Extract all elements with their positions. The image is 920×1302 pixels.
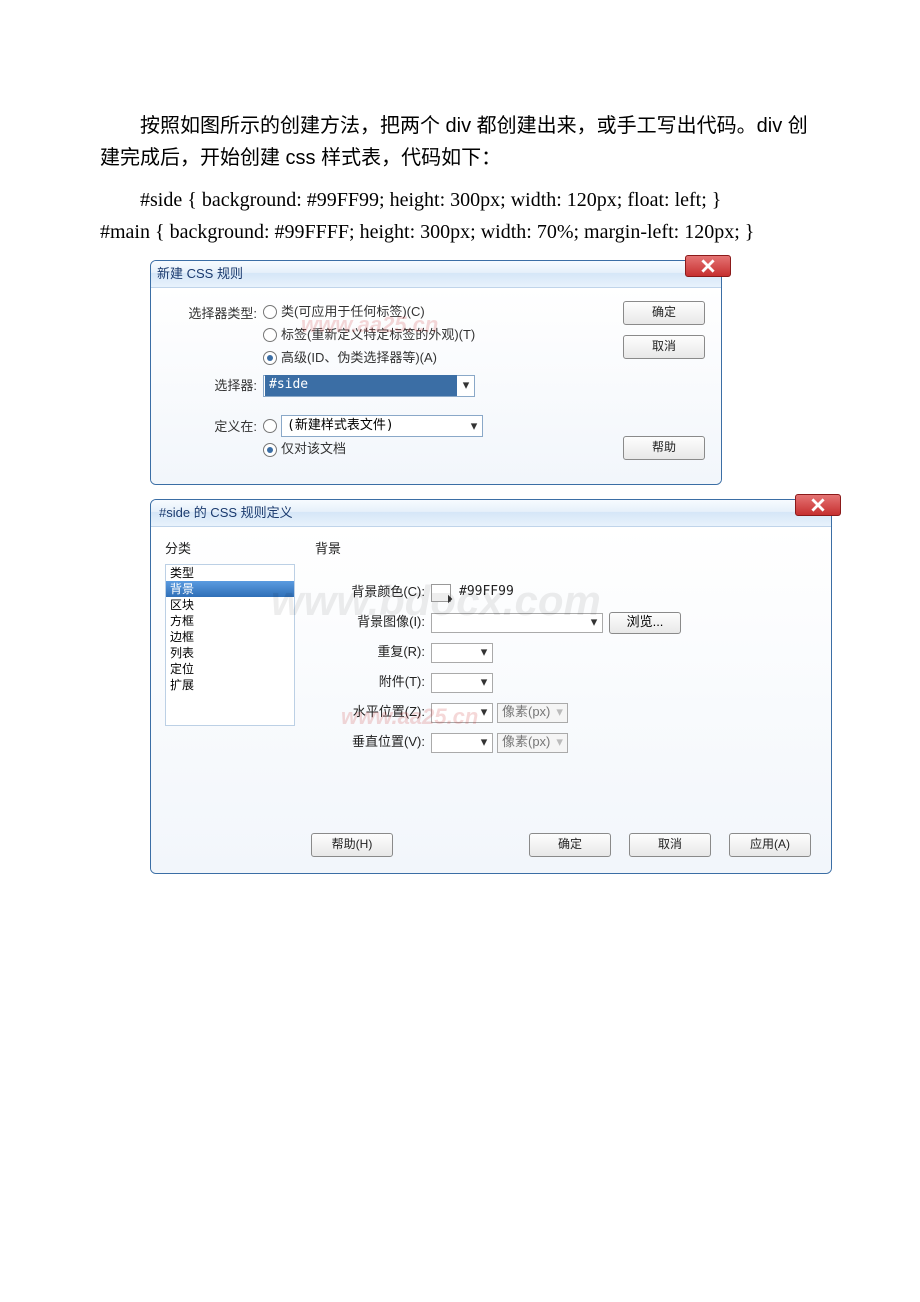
apply-button[interactable]: 应用(A)	[729, 833, 811, 857]
category-item[interactable]: 扩展	[166, 677, 294, 693]
repeat-label: 重复(R):	[315, 642, 431, 663]
help-button[interactable]: 帮助	[623, 436, 705, 460]
hpos-label: 水平位置(Z):	[315, 702, 431, 723]
bg-color-label: 背景颜色(C):	[315, 582, 431, 603]
chevron-down-icon: ▾	[476, 702, 492, 723]
vpos-combo[interactable]: ▾	[431, 733, 493, 753]
intro-paragraph: 按照如图所示的创建方法，把两个 div 都创建出来，或手工写出代码。div 创建…	[100, 110, 820, 174]
chevron-down-icon: ▾	[476, 642, 492, 663]
selector-combo[interactable]: #side ▾	[263, 375, 475, 397]
selector-label: 选择器:	[167, 374, 263, 397]
radio-define-new[interactable]: (新建样式表文件) ▾	[263, 415, 705, 437]
define-in-label: 定义在:	[167, 415, 263, 438]
close-button[interactable]	[795, 494, 841, 516]
bg-color-value: #99FF99	[459, 582, 514, 603]
category-item[interactable]: 列表	[166, 645, 294, 661]
bg-image-combo[interactable]: ▾	[431, 613, 603, 633]
repeat-combo[interactable]: ▾	[431, 643, 493, 663]
attach-combo[interactable]: ▾	[431, 673, 493, 693]
panel-title: 背景	[315, 539, 817, 560]
color-swatch[interactable]	[431, 584, 451, 602]
category-item[interactable]: 边框	[166, 629, 294, 645]
category-item[interactable]: 方框	[166, 613, 294, 629]
code-line-1: #side { background: #99FF99; height: 300…	[100, 184, 820, 216]
category-list[interactable]: 类型 背景 区块 方框 边框 列表 定位 扩展	[165, 564, 295, 726]
close-button[interactable]	[685, 255, 731, 277]
ok-button[interactable]: 确定	[529, 833, 611, 857]
dialog-titlebar: 新建 CSS 规则	[151, 261, 721, 288]
define-file-combo[interactable]: (新建样式表文件) ▾	[281, 415, 483, 437]
dialog-title: #side 的 CSS 规则定义	[159, 503, 293, 524]
chevron-down-icon: ▾	[476, 672, 492, 693]
bg-image-label: 背景图像(I):	[315, 612, 431, 633]
help-button[interactable]: 帮助(H)	[311, 833, 393, 857]
selector-type-label: 选择器类型:	[167, 302, 263, 325]
dialog-titlebar: #side 的 CSS 规则定义	[151, 500, 831, 527]
chevron-down-icon: ▾	[586, 612, 602, 633]
css-rule-definition-dialog: #side 的 CSS 规则定义 www.bdocx.com www.aa25.…	[150, 499, 832, 874]
ok-button[interactable]: 确定	[623, 301, 705, 325]
close-icon	[701, 259, 715, 273]
browse-button[interactable]: 浏览...	[609, 612, 681, 634]
chevron-down-icon: ▾	[466, 416, 482, 437]
dialog-title: 新建 CSS 规则	[157, 264, 243, 285]
chevron-down-icon: ▾	[476, 732, 492, 753]
hpos-unit: 像素(px)▾	[497, 703, 568, 723]
new-css-rule-dialog: 新建 CSS 规则 www.aa25.cn 选择器类型: 类(可应用于任何标签)…	[150, 260, 722, 485]
category-item[interactable]: 类型	[166, 565, 294, 581]
chevron-down-icon: ▾	[556, 702, 563, 723]
category-item[interactable]: 区块	[166, 597, 294, 613]
cancel-button[interactable]: 取消	[629, 833, 711, 857]
chevron-down-icon: ▾	[556, 732, 563, 753]
hpos-combo[interactable]: ▾	[431, 703, 493, 723]
chevron-down-icon: ▾	[458, 375, 474, 396]
attach-label: 附件(T):	[315, 672, 431, 693]
category-header: 分类	[165, 539, 295, 560]
vpos-unit: 像素(px)▾	[497, 733, 568, 753]
cancel-button[interactable]: 取消	[623, 335, 705, 359]
category-item[interactable]: 背景	[166, 581, 294, 597]
vpos-label: 垂直位置(V):	[315, 732, 431, 753]
close-icon	[811, 498, 825, 512]
category-item[interactable]: 定位	[166, 661, 294, 677]
code-line-2: #main { background: #99FFFF; height: 300…	[100, 216, 820, 248]
